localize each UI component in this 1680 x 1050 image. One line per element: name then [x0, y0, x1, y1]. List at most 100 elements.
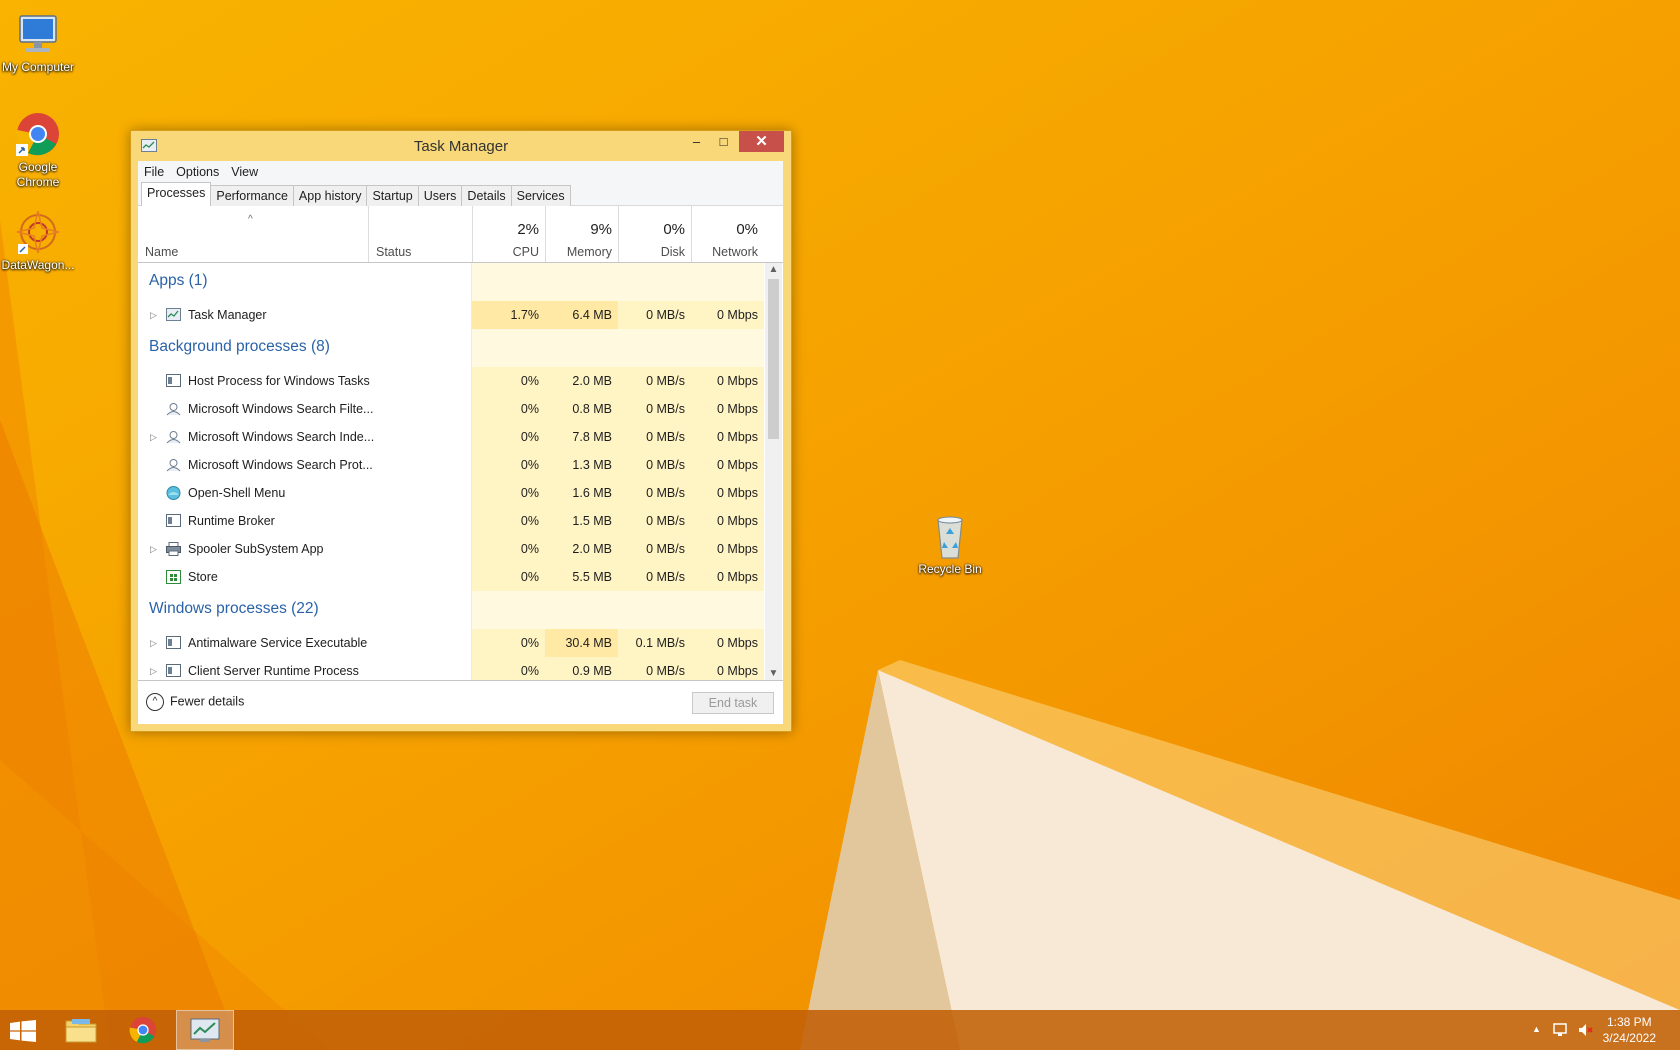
network-icon[interactable]: [1552, 1022, 1568, 1041]
end-task-button[interactable]: End task: [692, 692, 774, 714]
tab-details[interactable]: Details: [461, 185, 512, 206]
process-row[interactable]: Microsoft Windows Search Prot... 0% 1.3 …: [138, 451, 764, 479]
vertical-scrollbar[interactable]: ▲ ▼: [765, 263, 782, 680]
column-header-network[interactable]: 0% Network: [691, 206, 764, 262]
tab-processes[interactable]: Processes: [141, 182, 212, 206]
taskbar-chrome[interactable]: [114, 1010, 172, 1050]
volume-muted-icon[interactable]: [1578, 1022, 1594, 1041]
task-manager-icon: [190, 1018, 220, 1047]
scroll-up-arrow-icon[interactable]: ▲: [765, 264, 782, 275]
disk-value: 0 MB/s: [618, 395, 691, 423]
start-button[interactable]: [0, 1010, 48, 1050]
tab-startup[interactable]: Startup: [366, 185, 419, 206]
taskbar: ▲ 1:38 PM 3/24/2022: [0, 1010, 1680, 1050]
memory-value: 1.5 MB: [545, 507, 618, 535]
maximize-button[interactable]: □: [710, 131, 737, 152]
cpu-value: 0%: [472, 395, 545, 423]
expand-arrow-icon[interactable]: ▷: [150, 629, 157, 657]
process-row[interactable]: ▷ Client Server Runtime Process 0% 0.9 M…: [138, 657, 764, 680]
memory-value: 5.5 MB: [545, 563, 618, 591]
column-header-status[interactable]: Status: [368, 206, 472, 262]
desktop-icon-my-computer[interactable]: My Computer: [0, 10, 76, 75]
cpu-value: 0%: [472, 367, 545, 395]
expand-arrow-icon[interactable]: ▷: [150, 301, 157, 329]
desktop-icon-google-chrome[interactable]: Google Chrome: [0, 110, 76, 190]
tab-app-history[interactable]: App history: [292, 185, 368, 206]
desktop-icon-label: DataWagon...: [1, 258, 75, 272]
process-name: Task Manager: [188, 308, 267, 322]
sort-ascending-icon: ^: [248, 214, 253, 225]
group-header-apps[interactable]: Apps (1): [138, 263, 764, 301]
disk-value: 0 MB/s: [618, 367, 691, 395]
column-label-name: Name: [145, 245, 179, 259]
expand-arrow-icon[interactable]: ▷: [150, 657, 157, 680]
disk-value: 0 MB/s: [618, 301, 691, 329]
desktop-icon-label: Google Chrome: [16, 160, 60, 189]
process-name: Runtime Broker: [188, 514, 275, 528]
tab-performance[interactable]: Performance: [210, 185, 294, 206]
column-label-status: Status: [376, 245, 412, 259]
process-row[interactable]: Store 0% 5.5 MB 0 MB/s 0 Mbps: [138, 563, 764, 591]
clock-date: 3/24/2022: [1602, 1031, 1656, 1045]
process-name: Microsoft Windows Search Filte...: [188, 402, 374, 416]
system-clock[interactable]: 1:38 PM 3/24/2022: [1603, 1014, 1656, 1046]
taskbar-file-explorer[interactable]: [52, 1010, 110, 1050]
network-value: 0 Mbps: [691, 451, 764, 479]
menu-view[interactable]: View: [225, 161, 264, 183]
process-row[interactable]: ▷ Spooler SubSystem App 0% 2.0 MB 0 MB/s…: [138, 535, 764, 563]
memory-value: 6.4 MB: [545, 301, 618, 329]
process-row[interactable]: ▷ Antimalware Service Executable 0% 30.4…: [138, 629, 764, 657]
process-row[interactable]: Runtime Broker 0% 1.5 MB 0 MB/s 0 Mbps: [138, 507, 764, 535]
column-header-disk[interactable]: 0% Disk: [618, 206, 691, 262]
column-header-memory[interactable]: 9% Memory: [545, 206, 618, 262]
column-header-cpu[interactable]: 2% CPU: [472, 206, 545, 262]
memory-value: 2.0 MB: [545, 367, 618, 395]
minimize-button[interactable]: –: [683, 131, 710, 152]
chrome-icon: [128, 1015, 158, 1048]
network-value: 0 Mbps: [691, 479, 764, 507]
close-button[interactable]: ✕: [739, 131, 784, 152]
network-value: 0 Mbps: [691, 629, 764, 657]
memory-value: 0.9 MB: [545, 657, 618, 680]
group-header-background[interactable]: Background processes (8): [138, 329, 764, 367]
network-total: 0%: [736, 221, 758, 238]
process-row[interactable]: Open-Shell Menu 0% 1.6 MB 0 MB/s 0 Mbps: [138, 479, 764, 507]
process-row[interactable]: Host Process for Windows Tasks 0% 2.0 MB…: [138, 367, 764, 395]
show-hidden-icons-icon[interactable]: ▲: [1532, 1024, 1541, 1034]
process-row[interactable]: Microsoft Windows Search Filte... 0% 0.8…: [138, 395, 764, 423]
menu-options[interactable]: Options: [170, 161, 225, 183]
column-label-network: Network: [712, 245, 758, 259]
shell-icon: [166, 486, 181, 500]
tab-users[interactable]: Users: [417, 185, 463, 206]
scrollbar-thumb[interactable]: [768, 279, 779, 439]
desktop-icon-label: Recycle Bin: [918, 562, 982, 576]
process-row[interactable]: ▷ Task Manager 1.7% 6.4 MB 0 MB/s 0 Mbps: [138, 301, 764, 329]
desktop-icon-label: My Computer: [1, 60, 75, 74]
tab-services[interactable]: Services: [510, 185, 571, 206]
scroll-down-arrow-icon[interactable]: ▼: [765, 668, 782, 679]
process-row[interactable]: ▷ Microsoft Windows Search Inde... 0% 7.…: [138, 423, 764, 451]
expand-arrow-icon[interactable]: ▷: [150, 535, 157, 563]
memory-total: 9%: [590, 221, 612, 238]
disk-value: 0 MB/s: [618, 423, 691, 451]
memory-value: 1.6 MB: [545, 479, 618, 507]
cpu-value: 0%: [472, 423, 545, 451]
group-title: Windows processes (22): [149, 600, 319, 617]
disk-value: 0 MB/s: [618, 657, 691, 680]
cpu-value: 0%: [472, 563, 545, 591]
expand-arrow-icon[interactable]: ▷: [150, 423, 157, 451]
column-header-name[interactable]: ^ Name: [138, 206, 368, 262]
fewer-details-button[interactable]: ^ Fewer details: [146, 693, 244, 711]
desktop-icon-datawagon[interactable]: DataWagon...: [0, 208, 76, 273]
memory-value: 7.8 MB: [545, 423, 618, 451]
menu-file[interactable]: File: [138, 161, 170, 183]
group-title: Background processes (8): [149, 338, 330, 355]
computer-icon: [14, 10, 62, 58]
taskbar-task-manager[interactable]: [176, 1010, 234, 1050]
task-manager-icon: [166, 308, 181, 322]
desktop-icon-recycle-bin[interactable]: Recycle Bin: [912, 512, 988, 577]
title-bar[interactable]: Task Manager – □ ✕: [131, 131, 791, 161]
clock-time: 1:38 PM: [1606, 1015, 1652, 1029]
group-header-windows[interactable]: Windows processes (22): [138, 591, 764, 629]
file-explorer-icon: [65, 1016, 97, 1047]
